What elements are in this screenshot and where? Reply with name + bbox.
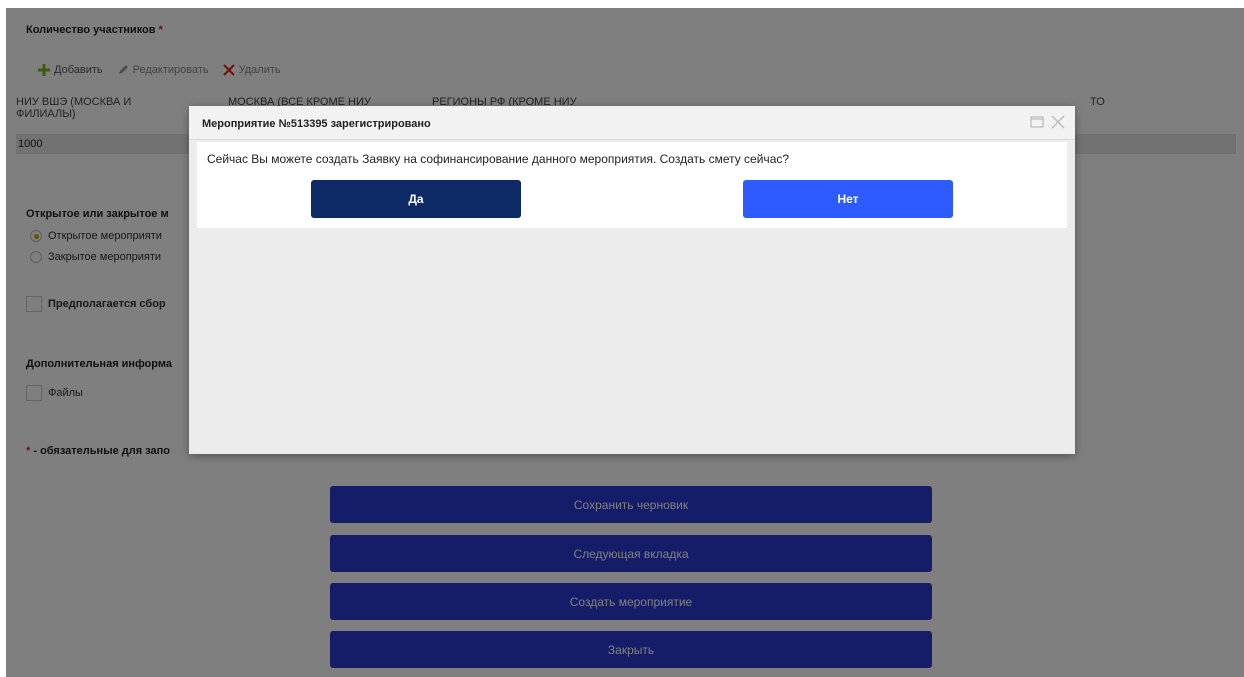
dialog-message: Сейчас Вы можете создать Заявку на софин… [207, 152, 790, 166]
confirmation-dialog: Мероприятие №513395 зарегистрировано Сей… [189, 106, 1075, 454]
close-icon[interactable] [1050, 114, 1066, 130]
yes-button[interactable]: Да [311, 180, 521, 218]
maximize-icon[interactable] [1029, 114, 1045, 130]
dialog-header: Мероприятие №513395 зарегистрировано [189, 106, 1075, 140]
dialog-content: Сейчас Вы можете создать Заявку на софин… [197, 142, 1067, 228]
no-button[interactable]: Нет [743, 180, 953, 218]
dialog-title: Мероприятие №513395 зарегистрировано [202, 118, 431, 130]
